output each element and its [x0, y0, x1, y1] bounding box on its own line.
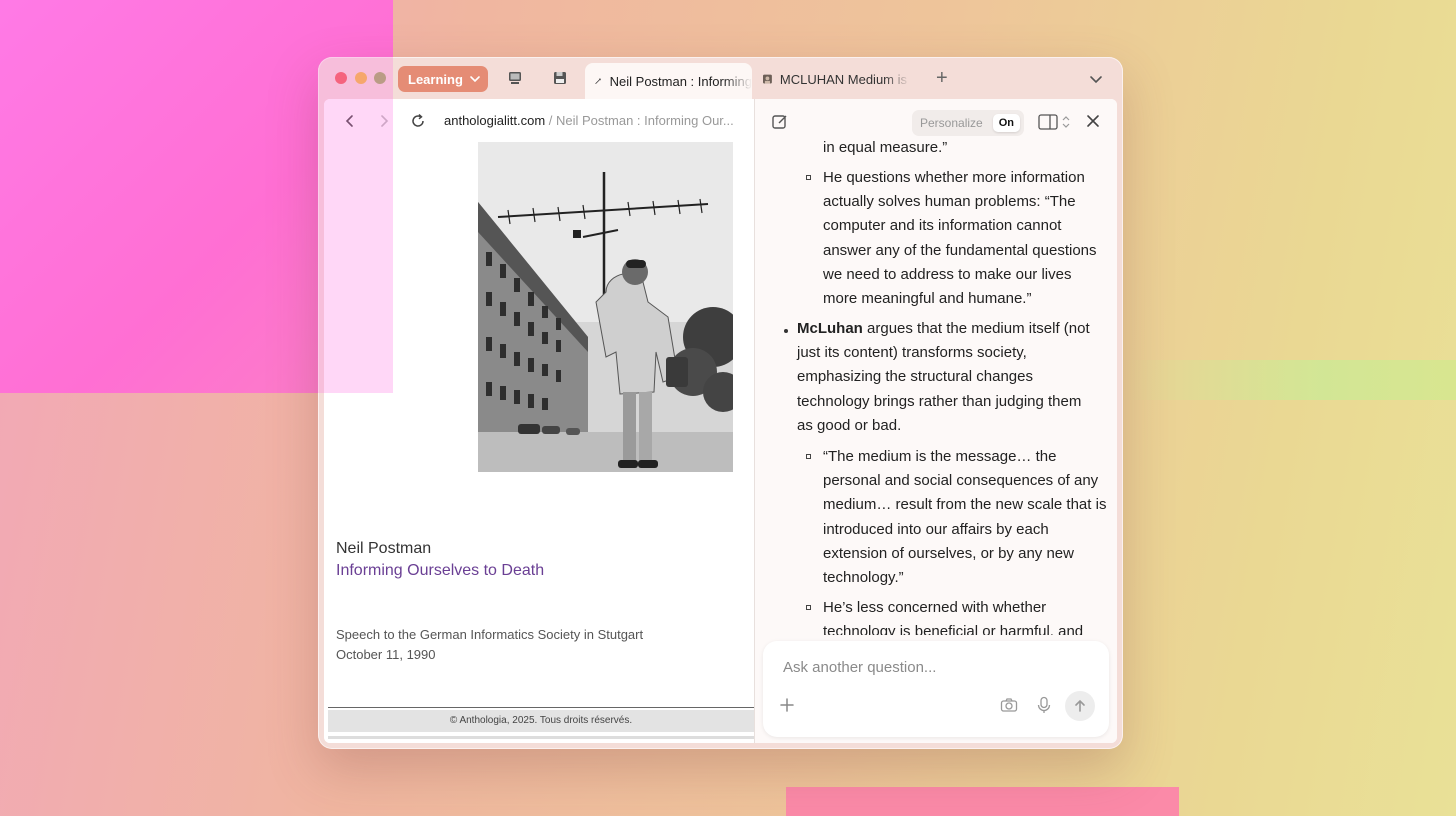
- plus-icon[interactable]: [779, 697, 795, 713]
- pinned-tab-computer[interactable]: [506, 69, 524, 87]
- portrait-favicon-icon: [763, 74, 772, 84]
- tab-neil-postman[interactable]: Neil Postman : Informing Ourselves to De…: [585, 63, 752, 99]
- personalize-label: Personalize: [920, 116, 983, 130]
- computer-icon: [509, 72, 521, 84]
- footer-divider: [328, 707, 754, 708]
- microphone-icon[interactable]: [1036, 696, 1052, 714]
- author-name: Neil Postman: [336, 540, 432, 557]
- sub-bullet-marker: [806, 454, 811, 459]
- tab-bar: Learning Neil Postman : Informing Oursel…: [318, 57, 1123, 99]
- footer-bottom-bar: [328, 736, 754, 739]
- camera-icon[interactable]: [1000, 697, 1018, 713]
- new-tab-plus-icon[interactable]: +: [936, 67, 948, 89]
- answer-sub-point: He’s less concerned with whether technol…: [823, 599, 1084, 635]
- compose-new-chat-icon[interactable]: [771, 113, 789, 131]
- arrow-up-icon: [1075, 699, 1085, 712]
- zoom-window-button[interactable]: [374, 72, 386, 84]
- background-bottom-block: [786, 787, 1179, 816]
- reload-icon[interactable]: [410, 113, 426, 129]
- answer-sub-point: “The medium is the message… the personal…: [823, 448, 1107, 587]
- answer-main-point: McLuhan argues that the medium itself (n…: [797, 317, 1097, 438]
- space-switcher[interactable]: Learning: [398, 66, 488, 92]
- sub-bullet-marker: [806, 605, 811, 610]
- background-glow: [1120, 360, 1456, 400]
- answer-content: in equal measure.” He questions whether …: [755, 139, 1117, 635]
- answer-sub-point: He questions whether more information ac…: [823, 169, 1097, 308]
- personalize-toggle[interactable]: Personalize On: [912, 110, 1024, 136]
- tab-mcluhan[interactable]: MCLUHAN Medium is the Message: [760, 63, 910, 95]
- forward-arrow-icon[interactable]: [376, 113, 392, 129]
- ask-question-input[interactable]: [781, 655, 1085, 679]
- main-bullet-marker: [784, 329, 788, 333]
- portrait-photo: [478, 142, 733, 472]
- space-label: Learning: [408, 71, 463, 87]
- url-field[interactable]: anthologialitt.com / Neil Postman : Info…: [444, 113, 734, 128]
- quill-pen-icon: [595, 78, 601, 85]
- answer-main-bold: McLuhan: [797, 320, 863, 337]
- tab-title: Neil Postman : Informing Ourselves to De…: [609, 73, 752, 89]
- sub-bullet-marker: [806, 175, 811, 180]
- floppy-disk-icon: [554, 72, 566, 84]
- chevron-down-icon: [470, 76, 480, 83]
- article-title-link[interactable]: Informing Ourselves to Death: [336, 562, 544, 580]
- back-arrow-icon[interactable]: [342, 113, 358, 129]
- speech-venue: Speech to the German Informatics Society…: [336, 627, 644, 642]
- speech-info: Speech to the German Informatics Society…: [336, 625, 643, 665]
- tab-list-chevron-icon[interactable]: [1088, 71, 1104, 87]
- page-footer: © Anthologia, 2025. Tous droits réservés…: [328, 710, 754, 732]
- sidebar-layout-icon[interactable]: [1037, 113, 1073, 131]
- send-button[interactable]: [1065, 691, 1095, 721]
- close-window-button[interactable]: [335, 72, 347, 84]
- url-path: / Neil Postman : Informing Our...: [545, 113, 734, 128]
- pinned-tab-floppy[interactable]: [551, 69, 569, 87]
- content-area: anthologialitt.com / Neil Postman : Info…: [324, 99, 1117, 743]
- ask-box: [763, 641, 1109, 737]
- personalize-state: On: [992, 114, 1020, 132]
- browser-window: Learning Neil Postman : Informing Oursel…: [318, 57, 1123, 749]
- close-icon[interactable]: [1085, 113, 1101, 129]
- tab-title: MCLUHAN Medium is the Message: [779, 71, 910, 87]
- answer-sub-point: in equal measure.”: [823, 139, 948, 156]
- address-bar: anthologialitt.com / Neil Postman : Info…: [324, 99, 754, 143]
- minimize-window-button[interactable]: [355, 72, 367, 84]
- url-domain: anthologialitt.com: [444, 113, 546, 128]
- speech-date: October 11, 1990: [336, 647, 436, 662]
- assistant-panel: Personalize On in equal measure.” He que…: [755, 99, 1117, 743]
- web-page: anthologialitt.com / Neil Postman : Info…: [324, 99, 754, 743]
- answer-main-rest: argues that the medium itself (not just …: [797, 320, 1090, 434]
